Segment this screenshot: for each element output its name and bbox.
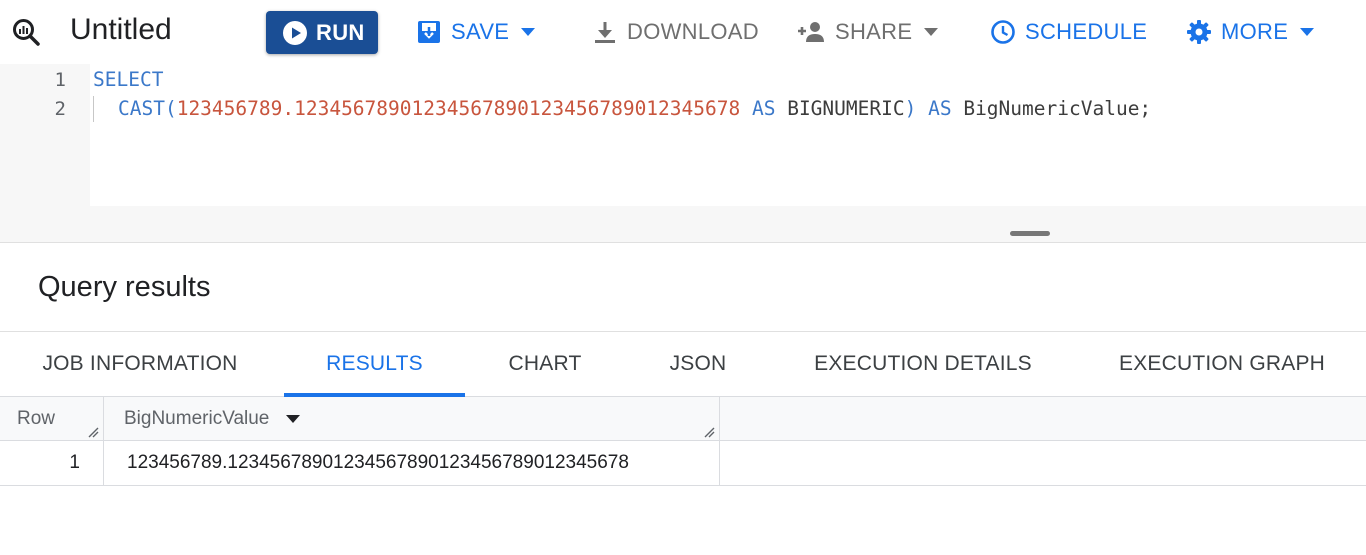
code-line-2: CAST(123456789.1234567890123456789012345… [118, 97, 1151, 120]
column-resize-icon[interactable] [87, 426, 99, 438]
schedule-button[interactable]: SCHEDULE [990, 14, 1147, 50]
code-line-1: SELECT [93, 68, 163, 91]
share-button[interactable]: SHARE [796, 14, 939, 50]
more-button[interactable]: MORE [1186, 14, 1315, 50]
play-icon [283, 20, 307, 45]
tab-execution-details[interactable]: EXECUTION DETAILS [796, 332, 1050, 396]
table-row: 1 123456789.1234567890123456789012345678… [0, 441, 1366, 486]
column-header-bignumericvalue[interactable]: BigNumericValue [124, 397, 301, 441]
more-label: MORE [1221, 19, 1289, 44]
results-tabs: JOB INFORMATION RESULTS CHART JSON EXECU… [0, 331, 1366, 397]
line-number: 1 [54, 69, 66, 91]
run-label: RUN [316, 19, 365, 45]
close-paren: ) [904, 97, 917, 120]
column-header-row: Row [17, 408, 56, 429]
keyword-as: AS [740, 97, 788, 120]
drag-handle-icon[interactable] [1010, 231, 1050, 236]
sort-dropdown-icon[interactable] [286, 415, 301, 423]
share-label: SHARE [835, 19, 913, 44]
tab-job-information[interactable]: JOB INFORMATION [20, 332, 260, 396]
toolbar: Untitled RUN SAVE DOWNLOAD SHARE SCHEDUL… [0, 0, 1366, 64]
code-area[interactable]: SELECT CAST(123456789.123456789012345678… [90, 64, 1366, 206]
schedule-label: SCHEDULE [1025, 19, 1148, 44]
cell-bignumericvalue[interactable]: 123456789.123456789012345678901234567890… [127, 441, 629, 485]
results-heading: Query results [38, 271, 211, 303]
line-number: 2 [54, 98, 66, 120]
column-resize-icon[interactable] [703, 426, 715, 438]
download-icon [595, 22, 615, 43]
row-number: 1 [69, 452, 80, 473]
column-divider [719, 441, 720, 485]
chevron-down-icon [521, 28, 536, 36]
column-divider [103, 441, 104, 485]
keyword-cast: CAST( [118, 97, 177, 120]
keyword-as: AS [916, 97, 964, 120]
chevron-down-icon [924, 28, 939, 36]
indent-guide [93, 96, 94, 122]
gear-icon [1187, 20, 1211, 44]
sql-editor[interactable]: 1 2 SELECT CAST(123456789.12345678901234… [0, 64, 1366, 206]
line-gutter: 1 2 [0, 64, 90, 206]
keyword-select: SELECT [93, 68, 164, 91]
download-label: DOWNLOAD [627, 19, 759, 44]
save-label: SAVE [451, 19, 510, 44]
tab-json[interactable]: JSON [650, 332, 746, 396]
query-icon [13, 19, 40, 46]
save-button[interactable]: SAVE [416, 14, 536, 50]
tab-results[interactable]: RESULTS [284, 332, 465, 396]
column-alias: BigNumericValue; [963, 97, 1152, 120]
number-literal: 123456789.123456789012345678901234567890… [176, 97, 741, 120]
tab-chart[interactable]: CHART [490, 332, 600, 396]
save-icon [418, 21, 440, 43]
run-button[interactable]: RUN [266, 11, 378, 54]
column-divider [719, 397, 720, 441]
tab-execution-graph[interactable]: EXECUTION GRAPH [1104, 332, 1340, 396]
resize-splitter[interactable] [0, 206, 1366, 243]
column-header-label: BigNumericValue [124, 408, 270, 429]
table-header: Row BigNumericValue [0, 397, 1366, 441]
type-name: BIGNUMERIC [787, 97, 905, 120]
query-title[interactable]: Untitled [70, 13, 172, 47]
chevron-down-icon [1300, 28, 1315, 36]
column-divider [103, 397, 104, 441]
clock-icon [991, 20, 1015, 44]
add-person-icon [798, 22, 824, 42]
download-button[interactable]: DOWNLOAD [592, 14, 759, 50]
